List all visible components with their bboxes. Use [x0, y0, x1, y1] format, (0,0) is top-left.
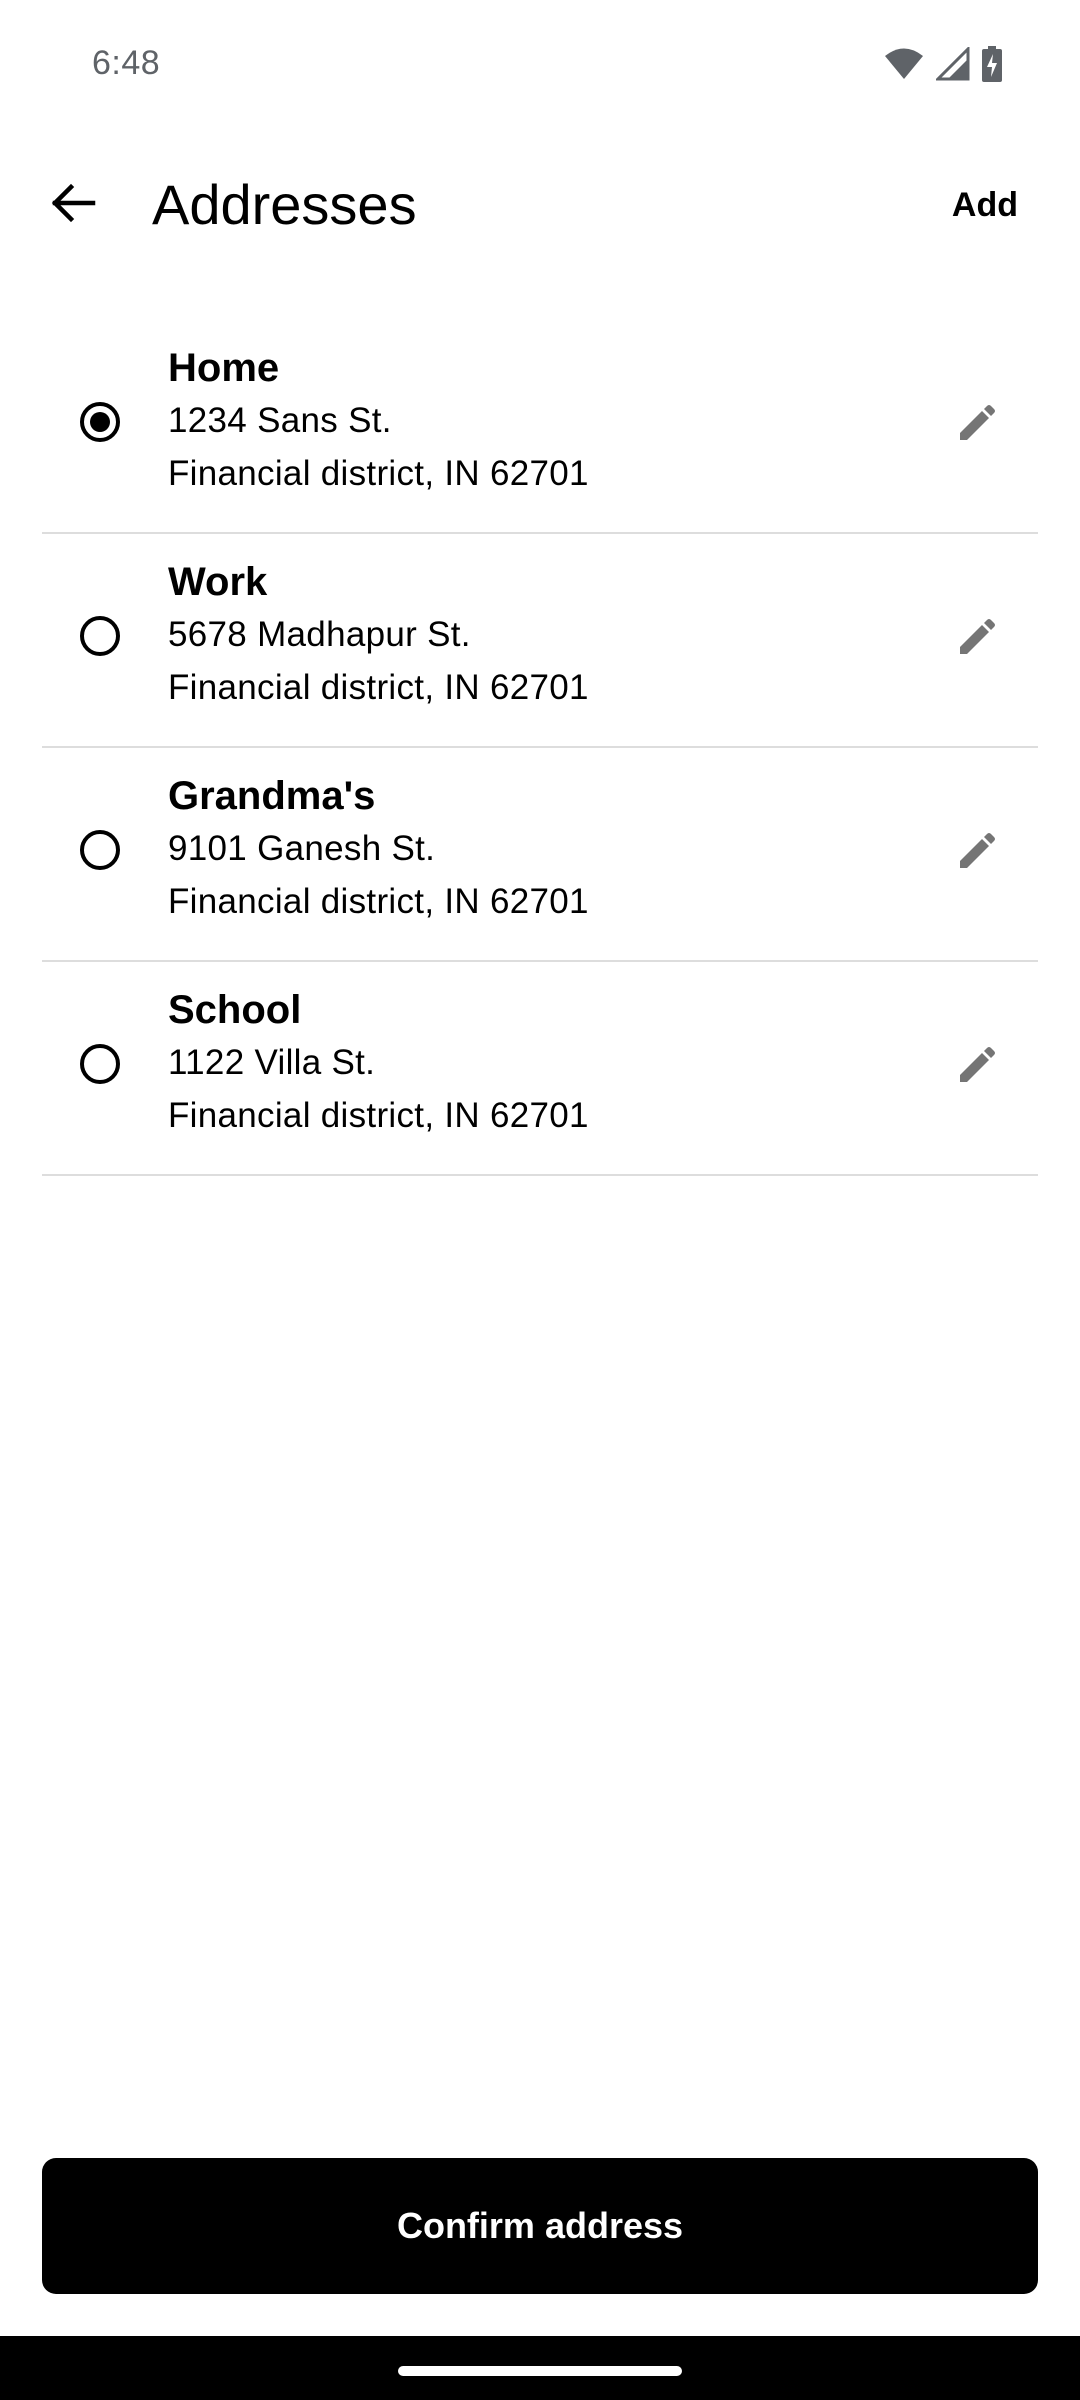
pencil-edit-icon[interactable] — [956, 832, 996, 872]
address-label: Home — [168, 346, 280, 390]
address-city: Financial district, IN 62701 — [168, 668, 589, 707]
back-button[interactable] — [36, 168, 110, 242]
address-item-school[interactable]: School 1122 Villa St. Financial district, … — [42, 962, 1038, 1176]
address-text: Work 5678 Madhapur St. Financial district,… — [168, 556, 589, 714]
status-time: 6:48 — [92, 44, 161, 82]
address-text: Home 1234 Sans St. Financial district, IN … — [168, 342, 589, 500]
status-icons — [884, 46, 1002, 82]
address-item-home[interactable]: Home 1234 Sans St. Financial district, IN … — [42, 320, 1038, 534]
add-address-button[interactable]: Add — [952, 180, 1018, 230]
confirm-address-button[interactable]: Confirm address — [42, 2158, 1038, 2294]
address-city: Financial district, IN 62701 — [168, 454, 589, 493]
address-item-grandma-s[interactable]: Grandma's 9101 Ganesh St. Financial distri… — [42, 748, 1038, 962]
address-street: 1234 Sans St. — [168, 401, 392, 440]
address-item-work[interactable]: Work 5678 Madhapur St. Financial district,… — [42, 534, 1038, 748]
address-text: Grandma's 9101 Ganesh St. Financial distri… — [168, 770, 589, 928]
address-label: Grandma's — [168, 774, 376, 818]
app-bar: Addresses Add — [0, 150, 1080, 260]
arrow-back-icon — [49, 179, 97, 232]
radio-button[interactable] — [80, 616, 120, 656]
address-city: Financial district, IN 62701 — [168, 882, 589, 921]
battery-charging-icon — [982, 46, 1002, 82]
address-label: Work — [168, 560, 268, 604]
home-gesture-handle[interactable] — [398, 2366, 682, 2376]
address-street: 5678 Madhapur St. — [168, 615, 471, 654]
address-text: School 1122 Villa St. Financial district, … — [168, 984, 589, 1142]
address-label: School — [168, 988, 302, 1032]
cellular-signal-icon — [936, 47, 970, 81]
pencil-edit-icon[interactable] — [956, 618, 996, 658]
page-title: Addresses — [152, 173, 417, 236]
radio-button[interactable] — [80, 1044, 120, 1084]
address-city: Financial district, IN 62701 — [168, 1096, 589, 1135]
pencil-edit-icon[interactable] — [956, 404, 996, 444]
status-bar: 6:48 — [0, 0, 1080, 132]
address-street: 1122 Villa St. — [168, 1043, 376, 1082]
pencil-edit-icon[interactable] — [956, 1046, 996, 1086]
radio-button[interactable] — [80, 830, 120, 870]
radio-button-selected[interactable] — [80, 402, 120, 442]
navigation-bar — [0, 2336, 1080, 2400]
wifi-icon — [884, 47, 924, 81]
address-list: Home 1234 Sans St. Financial district, IN … — [42, 320, 1038, 1176]
address-street: 9101 Ganesh St. — [168, 829, 436, 868]
